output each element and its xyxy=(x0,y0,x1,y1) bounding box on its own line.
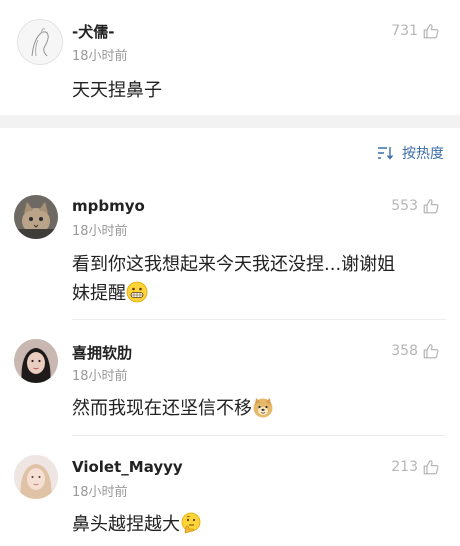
comment-text-segment: 鼻头越捏越大 xyxy=(72,514,180,535)
like-count: 213 xyxy=(391,459,418,475)
sort-by-popularity-button[interactable]: 按热度 xyxy=(377,143,444,163)
avatar[interactable] xyxy=(14,339,58,383)
thumbs-up-icon xyxy=(423,344,439,359)
section-divider xyxy=(0,115,460,128)
comment-text: 鼻头越捏越大 xyxy=(72,510,444,539)
timestamp: 18小时前 xyxy=(72,485,128,500)
timestamp: 18小时前 xyxy=(72,369,128,384)
sketch-avatar-icon xyxy=(18,20,62,64)
username[interactable]: 喜拥软肋 xyxy=(72,342,132,363)
comment-text: 天天捏鼻子 xyxy=(72,80,162,101)
portrait-avatar-icon xyxy=(14,339,58,383)
cat-avatar-icon xyxy=(14,195,58,239)
like-count: 553 xyxy=(391,198,418,214)
row-divider xyxy=(72,435,446,436)
timestamp: 18小时前 xyxy=(72,224,128,239)
thumbs-up-icon xyxy=(423,460,439,475)
portrait-avatar-icon xyxy=(14,455,58,499)
comment-text-line: 看到你这我想起来今天我还没捏...谢谢姐 xyxy=(72,254,396,275)
sort-icon xyxy=(378,147,394,160)
sort-label: 按热度 xyxy=(402,146,444,162)
username[interactable]: mpbmyo xyxy=(72,197,145,215)
comment-text: 看到你这我想起来今天我还没捏...谢谢姐 妹提醒 xyxy=(72,250,444,308)
like-button[interactable]: 731 xyxy=(391,22,440,40)
timestamp: 18小时前 xyxy=(72,49,128,64)
like-count: 358 xyxy=(391,343,418,359)
avatar[interactable] xyxy=(14,455,58,499)
row-divider xyxy=(72,319,446,320)
comment-text-segment: 妹提醒 xyxy=(72,283,126,304)
comment-text-line: 妹提醒 xyxy=(72,279,444,308)
grinning-face-icon xyxy=(126,281,148,303)
username[interactable]: -犬儒- xyxy=(72,21,114,42)
like-count: 731 xyxy=(391,23,418,39)
doge-icon xyxy=(252,396,274,418)
thinking-face-icon xyxy=(180,512,202,534)
comment-text: 然而我现在还坚信不移 xyxy=(72,394,444,423)
username[interactable]: Violet_Mayyy xyxy=(72,458,183,476)
like-button[interactable]: 358 xyxy=(391,342,440,360)
thumbs-up-icon xyxy=(423,24,439,39)
avatar[interactable] xyxy=(14,195,58,239)
thumbs-up-icon xyxy=(423,199,439,214)
avatar[interactable] xyxy=(17,19,63,65)
comment-text-segment: 然而我现在还坚信不移 xyxy=(72,398,252,419)
like-button[interactable]: 553 xyxy=(391,197,440,215)
like-button[interactable]: 213 xyxy=(391,458,440,476)
